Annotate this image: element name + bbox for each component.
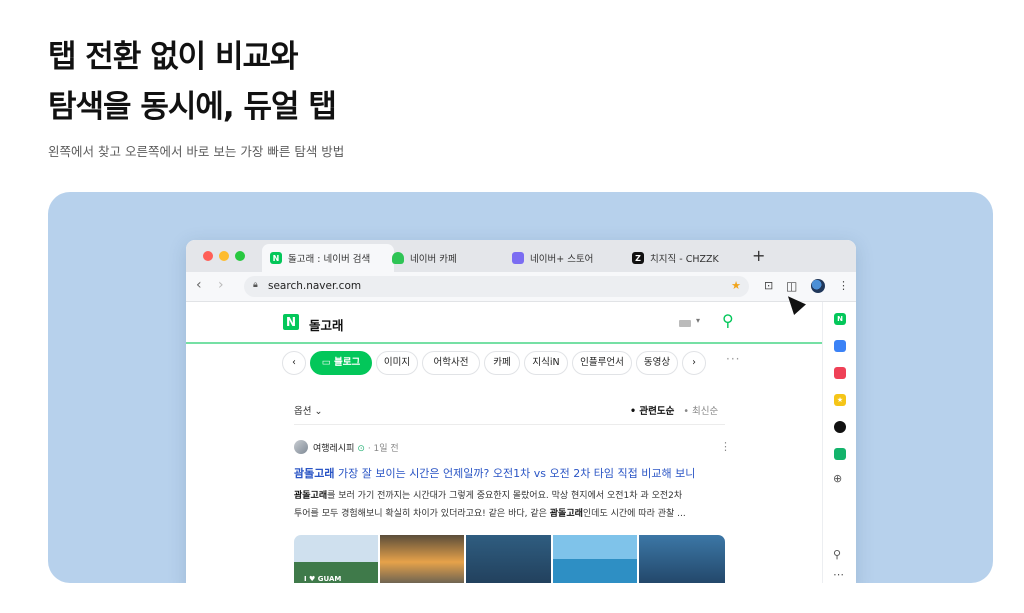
capture-icon[interactable]: ⊡ [764,279,773,292]
thumbnail-image[interactable]: I ♥ GUAM [294,535,378,583]
tab-blog[interactable]: ▭ 블로그 [310,351,372,375]
tab-strip: N 돌고래 : 네이버 검색 네이버 카페 네이버+ 스토어 Z 치지직 - C… [186,240,856,272]
tab-dictionary[interactable]: 어학사전 [422,351,480,375]
search-bar-underline [186,342,822,344]
avatar[interactable] [294,440,308,454]
tab-label: 네이버 카페 [410,254,457,265]
divider [294,424,725,425]
cafe-icon [392,252,404,264]
tab-cafe[interactable]: 카페 [484,351,520,375]
search-query[interactable]: 돌고래 [309,315,344,334]
post-time: · 1일 전 [367,444,399,454]
tab-label: 치지직 - CHZZK [650,254,719,265]
post-menu-icon[interactable]: ⋮ [720,440,731,453]
url-text: search.naver.com [268,280,362,292]
new-tab-button[interactable]: + [752,246,765,265]
sort-latest[interactable]: • 최신순 [683,406,718,417]
sort-relevance[interactable]: • 관련도순 [630,406,674,417]
address-row: ‹ › 🔒︎ search.naver.com ★ ⊡ ◫ ⋮ [186,272,856,302]
browser-sidebar: N ★ ⊕ ⚲ ⋯ [822,302,856,583]
post-thumbnails[interactable]: I ♥ GUAM [294,535,725,583]
pin-icon[interactable]: ⚲ [833,548,841,561]
spotify-icon[interactable] [834,421,846,433]
post-author[interactable]: 여행레시피 ⊙ · 1일 전 [313,441,399,454]
tab-naver-search[interactable]: N 돌고래 : 네이버 검색 [262,244,394,272]
chevron-down-icon: ⌄ [311,406,323,417]
mail-icon[interactable] [834,448,846,460]
tab-label: 돌고래 : 네이버 검색 [288,254,371,265]
hero-title: 탭 전환 없이 비교와 탐색을 동시에, 듀얼 탭 [48,32,337,132]
add-icon[interactable]: ⊕ [833,472,842,485]
more-icon[interactable]: ⋯ [833,568,844,581]
thumbnail-image[interactable] [466,535,551,583]
address-bar[interactable]: 🔒︎ search.naver.com ★ [244,276,749,297]
close-window-button[interactable] [203,251,213,261]
chzzk-icon: Z [632,252,644,264]
tab-label: 네이버+ 스토어 [530,254,594,265]
menu-icon[interactable]: ⋮ [838,279,849,292]
search-icon[interactable]: ⚲ [722,311,734,330]
pocket-icon[interactable] [834,367,846,379]
keyboard-icon[interactable] [679,320,691,327]
sort-options: • 관련도순 • 최신순 [630,403,718,417]
naver-logo[interactable]: N [283,314,299,330]
chips-prev-button[interactable]: ‹ [282,351,306,375]
back-button[interactable]: ‹ [196,277,202,293]
chips-next-button[interactable]: › [682,351,706,375]
search-results-page: N 돌고래 ▾ ⚲ ‹ ▭ 블로그 이미지 어학사전 카페 지식iN 인플루언서… [186,302,822,583]
bookmark-star-icon[interactable]: ★ [834,394,846,406]
options-dropdown[interactable]: 옵션 ⌄ [294,403,322,417]
tab-naver-store[interactable]: 네이버+ 스토어 [512,244,627,272]
chevron-down-icon[interactable]: ▾ [696,316,700,325]
tab-chzzk[interactable]: Z 치지직 - CHZZK [632,244,742,272]
minimize-window-button[interactable] [219,251,229,261]
thumbnail-image[interactable] [553,535,637,583]
thumbnail-image[interactable] [639,535,725,583]
illustration-panel: N 돌고래 : 네이버 검색 네이버 카페 네이버+ 스토어 Z 치지직 - C… [48,192,993,583]
tab-influencer[interactable]: 인플루언서 [572,351,632,375]
profile-avatar[interactable] [811,279,825,293]
thumbnail-image[interactable] [380,535,464,583]
tab-kin[interactable]: 지식iN [524,351,568,375]
hero-title-line1: 탭 전환 없이 비교와 [48,39,299,75]
calendar-icon[interactable] [834,340,846,352]
hero-title-line2: 탐색을 동시에, 듀얼 탭 [48,89,337,125]
browser-window: N 돌고래 : 네이버 검색 네이버 카페 네이버+ 스토어 Z 치지직 - C… [186,240,856,583]
bookmark-star-icon[interactable]: ★ [731,279,741,292]
forward-button[interactable]: › [218,277,224,293]
maximize-window-button[interactable] [235,251,245,261]
tab-video[interactable]: 동영상 [636,351,678,375]
split-view-icon[interactable]: ◫ [786,279,797,293]
naver-icon: N [270,252,282,264]
tab-naver-cafe[interactable]: 네이버 카페 [392,244,502,272]
naver-icon[interactable]: N [834,313,846,325]
lock-icon: 🔒︎ [253,280,258,290]
store-icon [512,252,524,264]
post-snippet: 괌돌고래를 보러 가기 전까지는 시간대가 그렇게 중요한지 몰랐어요. 막상 … [294,491,686,519]
more-icon[interactable]: ··· [726,352,740,366]
verified-icon: ⊙ [357,444,365,454]
hero-subtitle: 왼쪽에서 찾고 오른쪽에서 바로 보는 가장 빠른 탐색 방법 [48,144,345,159]
blog-icon: ▭ [321,357,335,368]
post-title-link[interactable]: 괌돌고래 가장 잘 보이는 시간은 언제일까? 오전1차 vs 오전 2차 타임… [294,465,695,481]
tab-images[interactable]: 이미지 [376,351,418,375]
